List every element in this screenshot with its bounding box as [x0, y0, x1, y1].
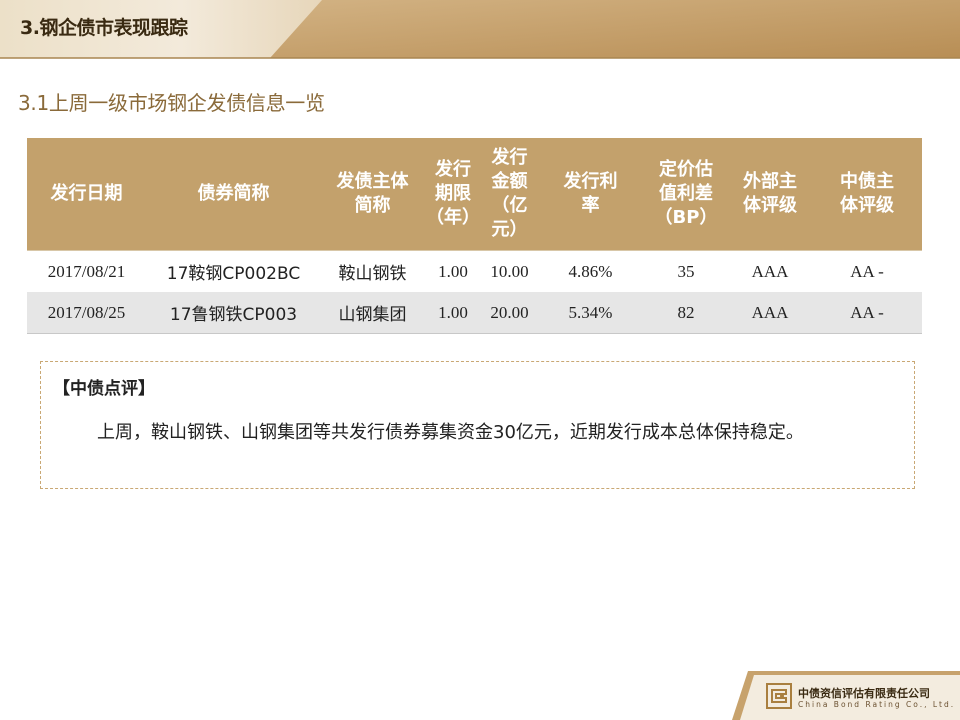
section-title: 3.钢企债市表现跟踪: [20, 17, 188, 39]
cell-term: 1.00: [424, 292, 482, 334]
company-name: 中债资信评估有限责任公司: [798, 687, 930, 700]
cell-issue-date: 2017/08/25: [27, 292, 146, 334]
col-header-spread: 定价估 值利差 （BP）: [644, 138, 728, 251]
cell-spread: 35: [644, 250, 728, 292]
col-header-cbr-rating: 中债主 体评级: [812, 138, 922, 251]
col-header-rate: 发行利 率: [537, 138, 644, 251]
table-header-row: 发行日期 债券简称 发债主体 简称 发行 期限 （年） 发行 金额 （亿 元） …: [27, 138, 922, 251]
page-subtitle: 3.1上周一级市场钢企发债信息一览: [18, 91, 325, 115]
col-header-amount: 发行 金额 （亿 元）: [482, 138, 537, 251]
col-header-term: 发行 期限 （年）: [424, 138, 482, 251]
cell-term: 1.00: [424, 250, 482, 292]
comment-title: 【中债点评】: [53, 379, 155, 399]
cell-spread: 82: [644, 292, 728, 334]
company-name-en: China Bond Rating Co., Ltd.: [798, 700, 956, 709]
cell-amount: 10.00: [482, 250, 537, 292]
cell-issuer: 鞍山钢铁: [321, 250, 424, 292]
col-header-issuer: 发债主体 简称: [321, 138, 424, 251]
cell-rate: 5.34%: [537, 292, 644, 334]
cell-amount: 20.00: [482, 292, 537, 334]
comment-box: 【中债点评】 上周，鞍山钢铁、山钢集团等共发行债券募集资金30亿元，近期发行成本…: [40, 361, 915, 489]
cell-cbr-rating: AA -: [812, 250, 922, 292]
cell-bond-name: 17鲁钢铁CP003: [146, 292, 321, 334]
col-header-issue-date: 发行日期: [27, 138, 146, 251]
col-header-external-rating: 外部主 体评级: [728, 138, 812, 251]
col-header-bond-name: 债券简称: [146, 138, 321, 251]
cell-bond-name: 17鞍钢CP002BC: [146, 250, 321, 292]
cell-issuer: 山钢集团: [321, 292, 424, 334]
cell-issue-date: 2017/08/21: [27, 250, 146, 292]
bond-issuance-table: 发行日期 债券简称 发债主体 简称 发行 期限 （年） 发行 金额 （亿 元） …: [27, 138, 922, 334]
comment-body: 上周，鞍山钢铁、山钢集团等共发行债券募集资金30亿元，近期发行成本总体保持稳定。: [97, 422, 804, 443]
company-logo-icon: [766, 683, 792, 709]
cell-external-rating: AAA: [728, 292, 812, 334]
cell-external-rating: AAA: [728, 250, 812, 292]
cell-rate: 4.86%: [537, 250, 644, 292]
cell-cbr-rating: AA -: [812, 292, 922, 334]
table-row: 2017/08/21 17鞍钢CP002BC 鞍山钢铁 1.00 10.00 4…: [27, 250, 922, 292]
table-row: 2017/08/25 17鲁钢铁CP003 山钢集团 1.00 20.00 5.…: [27, 292, 922, 334]
